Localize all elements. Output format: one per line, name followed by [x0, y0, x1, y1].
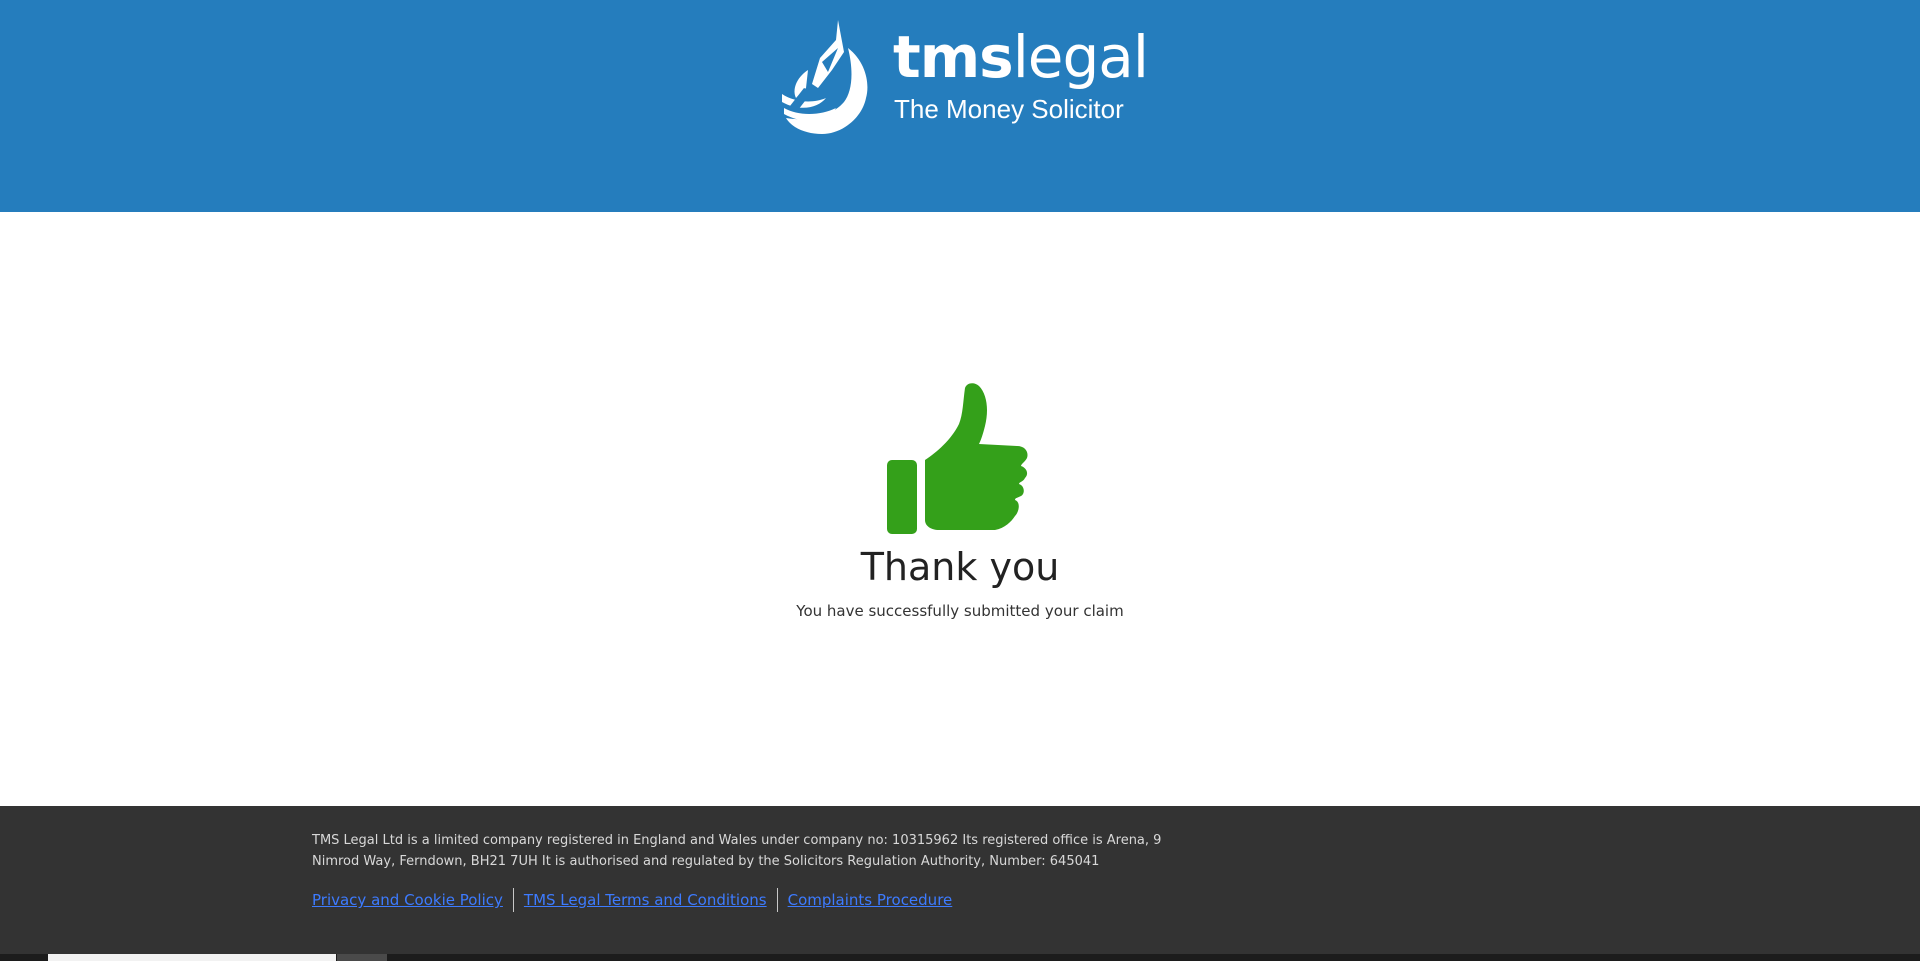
- wallet-rocket-logo-icon: [782, 20, 868, 134]
- thumbs-up-icon: [887, 383, 1028, 534]
- os-taskbar: [0, 954, 1920, 961]
- terms-conditions-link[interactable]: TMS Legal Terms and Conditions: [524, 889, 767, 911]
- site-footer: TMS Legal Ltd is a limited company regis…: [0, 806, 1920, 954]
- company-legal-text: TMS Legal Ltd is a limited company regis…: [312, 833, 1162, 869]
- footer-links: Privacy and Cookie Policy TMS Legal Term…: [312, 887, 952, 913]
- link-divider: [776, 888, 778, 912]
- confirmation-message: You have successfully submitted your cla…: [796, 602, 1124, 620]
- taskbar-button[interactable]: [337, 954, 387, 961]
- link-divider: [512, 888, 514, 912]
- brand-tagline: The Money Solicitor: [894, 94, 1124, 124]
- brand-wordmark: tmslegal: [893, 22, 1149, 92]
- site-header: tmslegal The Money Solicitor: [0, 0, 1920, 212]
- privacy-cookie-policy-link[interactable]: Privacy and Cookie Policy: [312, 889, 503, 911]
- confirmation-title: Thank you: [860, 545, 1060, 589]
- brand-name-bold: tms: [893, 23, 1014, 91]
- complaints-procedure-link[interactable]: Complaints Procedure: [788, 889, 953, 911]
- brand-name-light: legal: [1012, 23, 1149, 91]
- brand-logo[interactable]: tmslegal The Money Solicitor: [778, 18, 1149, 140]
- taskbar-search-box[interactable]: [48, 954, 336, 961]
